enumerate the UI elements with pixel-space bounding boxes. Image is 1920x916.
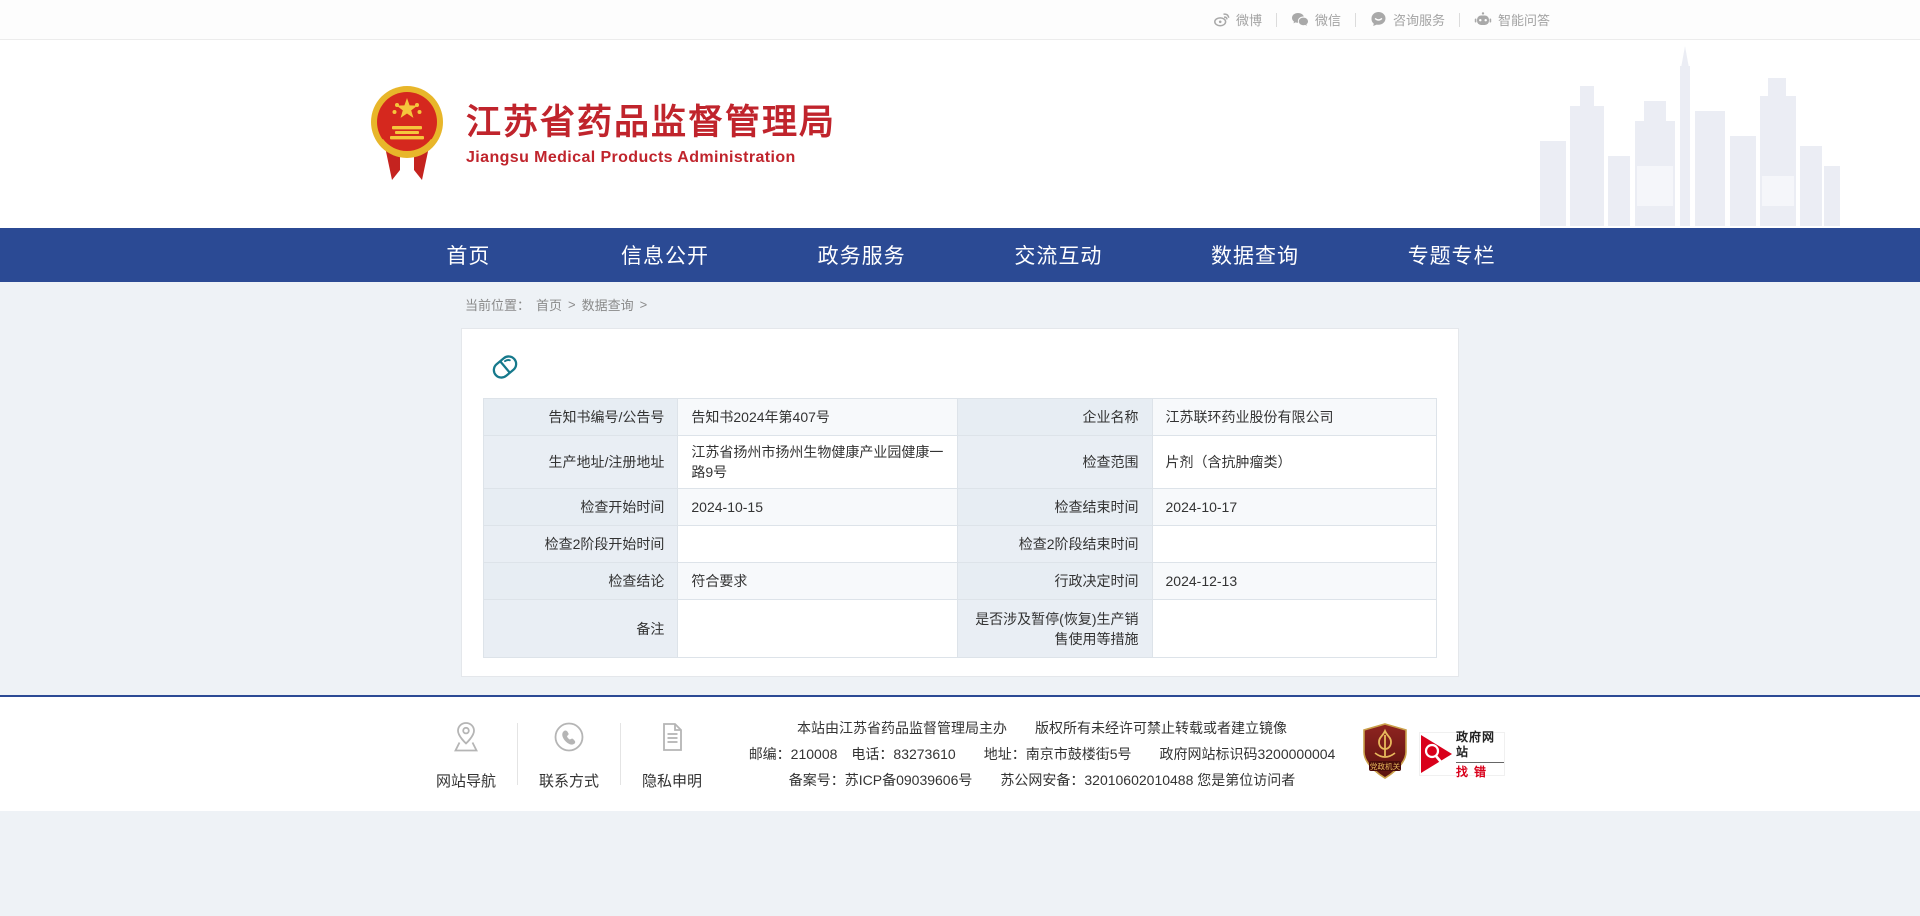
field-label-inspection-scope: 检查范围 bbox=[958, 436, 1152, 489]
topbar-divider bbox=[1355, 13, 1356, 27]
field-label-phase2-end: 检查2阶段结束时间 bbox=[958, 526, 1152, 563]
field-value-start-date: 2024-10-15 bbox=[678, 489, 958, 526]
field-label-notice-number: 告知书编号/公告号 bbox=[484, 399, 678, 436]
breadcrumb: 当前位置： 首页 > 数据查询 > bbox=[370, 282, 1550, 324]
sub-footer-spacer bbox=[0, 811, 1920, 916]
consult-service-link[interactable]: 咨询服务 bbox=[1370, 10, 1445, 29]
site-title-block: 江苏省药品监督管理局 Jiangsu Medical Products Admi… bbox=[466, 101, 836, 167]
table-row: 备注 是否涉及暂停(恢复)生产销售使用等措施 bbox=[484, 600, 1437, 658]
wechat-icon bbox=[1291, 12, 1309, 28]
field-value-notice-number: 告知书2024年第407号 bbox=[678, 399, 958, 436]
field-value-suspension-measures bbox=[1152, 600, 1436, 658]
field-value-phase2-start bbox=[678, 526, 958, 563]
page: 微博 微信 咨询服务 bbox=[0, 0, 1920, 916]
city-skyline-decoration bbox=[1540, 46, 1840, 226]
footer-links: 网站导航 联系方式 bbox=[415, 718, 723, 791]
field-value-inspection-scope: 片剂（含抗肿瘤类） bbox=[1152, 436, 1436, 489]
topbar-label: 微博 bbox=[1236, 10, 1262, 29]
field-value-company-name: 江苏联环药业股份有限公司 bbox=[1152, 399, 1436, 436]
topbar-label: 智能问答 bbox=[1498, 10, 1550, 29]
site-title: 江苏省药品监督管理局 bbox=[466, 101, 836, 145]
footer-link-label: 隐私申明 bbox=[642, 770, 702, 791]
find-error-badge-line1: 政府网站 bbox=[1456, 730, 1504, 760]
footer-link-site-map[interactable]: 网站导航 bbox=[415, 718, 517, 791]
party-gov-badge[interactable]: 党政机关 bbox=[1361, 723, 1409, 786]
table-row: 检查2阶段开始时间 检查2阶段结束时间 bbox=[484, 526, 1437, 563]
field-value-conclusion: 符合要求 bbox=[678, 563, 958, 600]
nav-item-special-topics[interactable]: 专题专栏 bbox=[1353, 228, 1550, 282]
field-label-decision-date: 行政决定时间 bbox=[958, 563, 1152, 600]
footer-link-privacy[interactable]: 隐私申明 bbox=[621, 718, 723, 791]
smart-qa-link[interactable]: 智能问答 bbox=[1474, 10, 1550, 29]
wechat-link[interactable]: 微信 bbox=[1291, 10, 1341, 29]
national-emblem-logo bbox=[370, 84, 444, 184]
phone-icon bbox=[550, 718, 588, 761]
nav-item-home[interactable]: 首页 bbox=[370, 228, 567, 282]
footer: 网站导航 联系方式 bbox=[0, 697, 1920, 811]
main-content: 当前位置： 首页 > 数据查询 > 告知书编号/公告号 bbox=[0, 282, 1920, 695]
weibo-link[interactable]: 微博 bbox=[1213, 10, 1262, 29]
footer-info: 本站由江苏省药品监督管理局主办 版权所有未经许可禁止转载或者建立镜像 邮编：21… bbox=[749, 715, 1336, 793]
robot-icon bbox=[1474, 11, 1492, 28]
magnifier-flag-icon bbox=[1420, 732, 1454, 776]
field-value-decision-date: 2024-12-13 bbox=[1152, 563, 1436, 600]
footer-line-registration: 备案号：苏ICP备09039606号 苏公网安备：32010602010488 … bbox=[749, 767, 1336, 793]
topbar-divider bbox=[1276, 13, 1277, 27]
field-label-remarks: 备注 bbox=[484, 600, 678, 658]
field-value-phase2-end bbox=[1152, 526, 1436, 563]
footer-link-label: 联系方式 bbox=[539, 770, 599, 791]
field-label-conclusion: 检查结论 bbox=[484, 563, 678, 600]
nav-item-gov-services[interactable]: 政务服务 bbox=[763, 228, 960, 282]
field-label-phase2-start: 检查2阶段开始时间 bbox=[484, 526, 678, 563]
site-subtitle: Jiangsu Medical Products Administration bbox=[466, 149, 836, 167]
field-label-company-name: 企业名称 bbox=[958, 399, 1152, 436]
party-gov-badge-label: 党政机关 bbox=[1370, 761, 1401, 771]
nav-item-data-query[interactable]: 数据查询 bbox=[1157, 228, 1354, 282]
site-header: 江苏省药品监督管理局 Jiangsu Medical Products Admi… bbox=[0, 40, 1920, 228]
field-value-remarks bbox=[678, 600, 958, 658]
pill-icon bbox=[489, 351, 1437, 388]
breadcrumb-label: 当前位置： bbox=[465, 295, 530, 314]
document-icon bbox=[653, 718, 691, 761]
map-pin-icon bbox=[447, 718, 485, 761]
footer-link-contact[interactable]: 联系方式 bbox=[518, 718, 620, 791]
field-label-start-date: 检查开始时间 bbox=[484, 489, 678, 526]
field-label-address: 生产地址/注册地址 bbox=[484, 436, 678, 489]
field-value-end-date: 2024-10-17 bbox=[1152, 489, 1436, 526]
field-value-address: 江苏省扬州市扬州生物健康产业园健康一路9号 bbox=[678, 436, 958, 489]
topbar: 微博 微信 咨询服务 bbox=[0, 0, 1920, 40]
table-row: 检查结论 符合要求 行政决定时间 2024-12-13 bbox=[484, 563, 1437, 600]
nav-item-interaction[interactable]: 交流互动 bbox=[960, 228, 1157, 282]
topbar-label: 咨询服务 bbox=[1393, 10, 1445, 29]
footer-line-copyright: 本站由江苏省药品监督管理局主办 版权所有未经许可禁止转载或者建立镜像 bbox=[749, 715, 1336, 741]
table-row: 检查开始时间 2024-10-15 检查结束时间 2024-10-17 bbox=[484, 489, 1437, 526]
footer-link-label: 网站导航 bbox=[436, 770, 496, 791]
topbar-divider bbox=[1459, 13, 1460, 27]
inspection-record-table: 告知书编号/公告号 告知书2024年第407号 企业名称 江苏联环药业股份有限公… bbox=[483, 398, 1437, 658]
topbar-label: 微信 bbox=[1315, 10, 1341, 29]
inspection-record-card: 告知书编号/公告号 告知书2024年第407号 企业名称 江苏联环药业股份有限公… bbox=[461, 328, 1459, 677]
table-row: 生产地址/注册地址 江苏省扬州市扬州生物健康产业园健康一路9号 检查范围 片剂（… bbox=[484, 436, 1437, 489]
main-nav: 首页 信息公开 政务服务 交流互动 数据查询 专题专栏 bbox=[0, 228, 1920, 282]
chat-bubble-icon bbox=[1370, 11, 1387, 28]
breadcrumb-separator: > bbox=[640, 297, 648, 312]
field-label-suspension-measures: 是否涉及暂停(恢复)生产销售使用等措施 bbox=[958, 600, 1152, 658]
nav-item-info-disclosure[interactable]: 信息公开 bbox=[567, 228, 764, 282]
field-label-end-date: 检查结束时间 bbox=[958, 489, 1152, 526]
footer-badges: 党政机关 政府网站 找错 bbox=[1361, 723, 1505, 786]
footer-line-contact: 邮编：210008 电话：83273610 地址：南京市鼓楼街5号 政府网站标识… bbox=[749, 741, 1336, 767]
weibo-icon bbox=[1213, 11, 1230, 28]
find-error-badge-line2: 找错 bbox=[1456, 762, 1504, 779]
breadcrumb-link-home[interactable]: 首页 bbox=[536, 295, 562, 314]
gov-site-find-error-badge[interactable]: 政府网站 找错 bbox=[1419, 732, 1505, 776]
breadcrumb-separator: > bbox=[568, 297, 576, 312]
breadcrumb-link-data-query[interactable]: 数据查询 bbox=[582, 295, 634, 314]
table-row: 告知书编号/公告号 告知书2024年第407号 企业名称 江苏联环药业股份有限公… bbox=[484, 399, 1437, 436]
